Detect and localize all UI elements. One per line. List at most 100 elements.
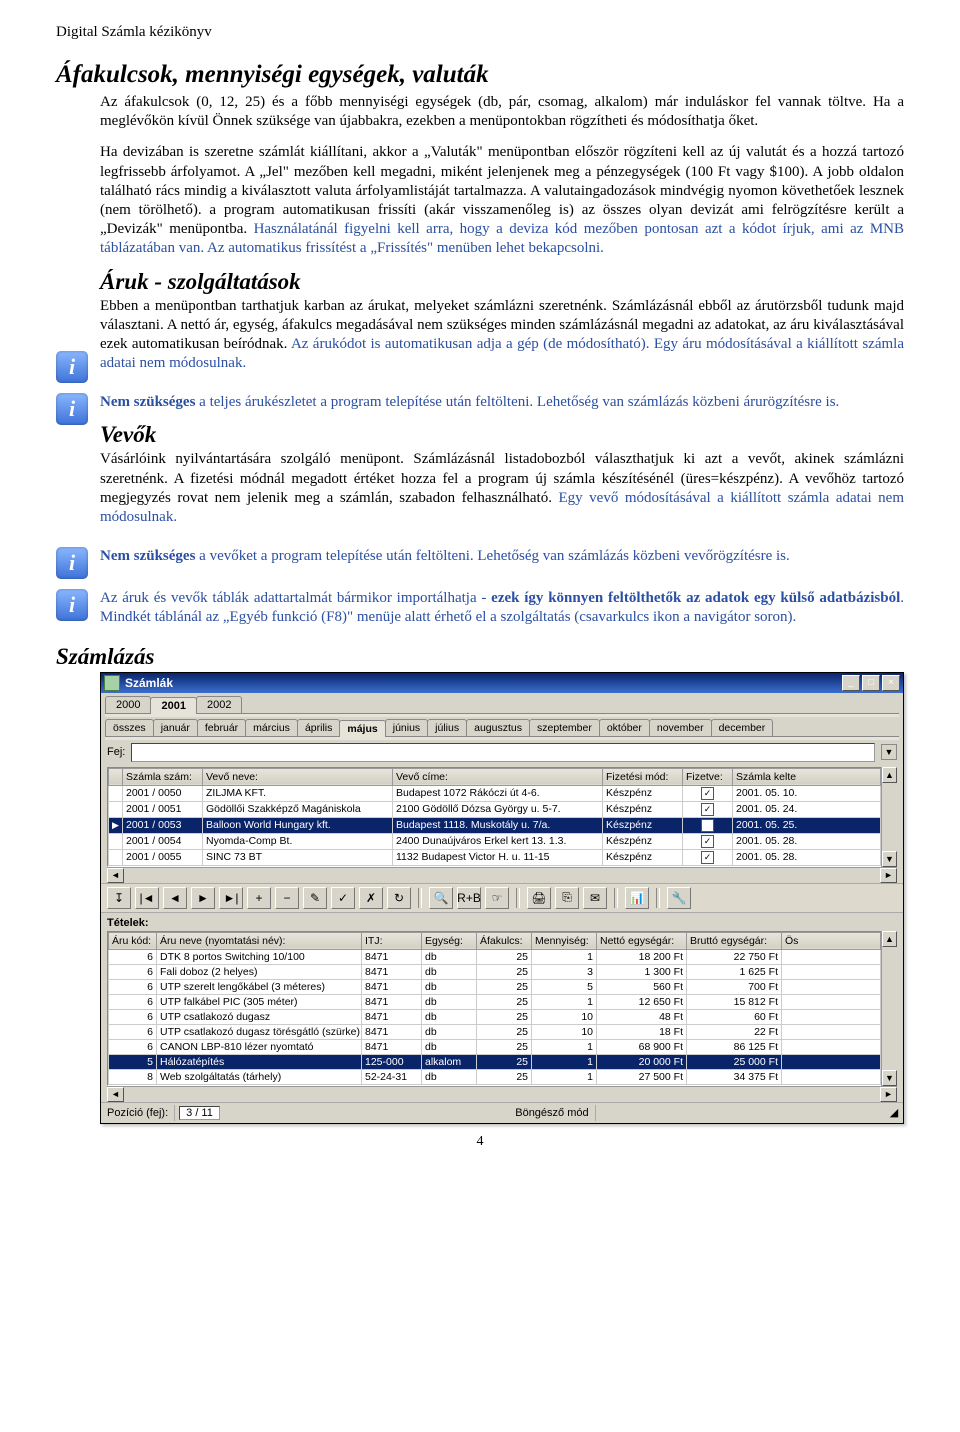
month-tab[interactable]: május: [339, 720, 385, 737]
month-tab[interactable]: augusztus: [466, 719, 530, 736]
column-header[interactable]: Fizetve:: [683, 768, 733, 785]
minimize-button[interactable]: _: [842, 675, 860, 691]
column-header[interactable]: Áru kód:: [109, 932, 157, 949]
table-row[interactable]: 6UTP csatlakozó dugasz törésgátló (szürk…: [109, 1024, 881, 1039]
checkbox-icon: ✓: [701, 835, 714, 848]
table-row[interactable]: 6UTP falkábel PIC (305 méter)8471db25112…: [109, 994, 881, 1009]
column-header[interactable]: Egység:: [422, 932, 477, 949]
toolbar-button[interactable]: 📊: [625, 887, 649, 909]
checkbox-icon: ✓: [701, 819, 714, 832]
table-row[interactable]: 2001 / 0051Gödöllői Szakképző Magániskol…: [109, 801, 881, 817]
h-scrollbar[interactable]: ◄►: [107, 1086, 897, 1102]
table-row[interactable]: 5Hálózatépítés125-000alkalom25120 000 Ft…: [109, 1054, 881, 1069]
column-header[interactable]: Vevő neve:: [203, 768, 393, 785]
year-tab[interactable]: 2000: [105, 696, 151, 713]
toolbar-button[interactable]: 🔍: [429, 887, 453, 909]
month-tab[interactable]: összes: [105, 719, 154, 736]
v-scrollbar[interactable]: ▲▼: [881, 931, 897, 1086]
toolbar: ↧|◄◄►►|+−✎✓✗↻ 🔍R+B☞ 🖨⎘✉ 📊 🔧: [101, 883, 903, 913]
month-tab[interactable]: szeptember: [529, 719, 600, 736]
pos-value: 3 / 11: [179, 1106, 220, 1120]
toolbar-button[interactable]: ↻: [387, 887, 411, 909]
column-header[interactable]: Bruttó egységár:: [687, 932, 782, 949]
toolbar-button[interactable]: ►|: [219, 887, 243, 909]
month-tab[interactable]: április: [297, 719, 340, 736]
page-number: 4: [56, 1134, 904, 1150]
table-row[interactable]: 2001 / 0054Nyomda-Comp Bt.2400 Dunaújvár…: [109, 833, 881, 849]
toolbar-button[interactable]: ✉: [583, 887, 607, 909]
table-row[interactable]: 2001 / 0055SINC 73 BT1132 Budapest Victo…: [109, 849, 881, 865]
heading-aruk: Áruk - szolgáltatások: [100, 269, 904, 295]
toolbar-button[interactable]: +: [247, 887, 271, 909]
para-afa-intro: Az áfakulcsok (0, 12, 25) és a főbb menn…: [100, 93, 904, 131]
year-tab[interactable]: 2001: [150, 697, 196, 714]
para-aruk-note: Nem szükséges a teljes árukészletet a pr…: [100, 393, 904, 412]
h-scrollbar[interactable]: ◄►: [107, 867, 897, 883]
month-tab[interactable]: március: [245, 719, 298, 736]
doc-header: Digital Számla kézikönyv: [56, 24, 904, 41]
toolbar-button[interactable]: R+B: [457, 887, 481, 909]
info-icon: i: [56, 589, 88, 621]
year-tab[interactable]: 2002: [196, 696, 242, 713]
toolbar-button[interactable]: 🔧: [667, 887, 691, 909]
column-header[interactable]: Vevő címe:: [393, 768, 603, 785]
mode-label: Böngésző mód: [509, 1105, 595, 1121]
filter-bar: Fej: ▼: [101, 740, 903, 765]
toolbar-button[interactable]: 🖨: [527, 887, 551, 909]
column-header[interactable]: Áru neve (nyomtatási név):: [157, 932, 362, 949]
column-header[interactable]: Áfakulcs:: [477, 932, 532, 949]
table-row[interactable]: 8Web szolgáltatás (tárhely)52-24-31db251…: [109, 1069, 881, 1084]
table-row[interactable]: 2001 / 0050ZILJMA KFT.Budapest 1072 Rákó…: [109, 785, 881, 801]
toolbar-button[interactable]: ✓: [331, 887, 355, 909]
month-tab[interactable]: július: [427, 719, 467, 736]
resize-grip-icon[interactable]: ◢: [885, 1106, 903, 1119]
titlebar: Számlák _ □ ×: [101, 673, 903, 693]
heading-szamlazas: Számlázás: [56, 644, 904, 670]
maximize-button[interactable]: □: [862, 675, 880, 691]
items-grid[interactable]: Áru kód:Áru neve (nyomtatási név):ITJ:Eg…: [107, 931, 881, 1086]
screenshot-window: Számlák _ □ × 200020012002 összesjanuárf…: [100, 672, 904, 1124]
toolbar-button[interactable]: |◄: [135, 887, 159, 909]
heading-vevok: Vevők: [100, 422, 904, 448]
toolbar-button[interactable]: ✎: [303, 887, 327, 909]
checkbox-icon: ✓: [701, 787, 714, 800]
v-scrollbar[interactable]: ▲▼: [881, 767, 897, 867]
table-row[interactable]: 6Fali doboz (2 helyes)8471db2531 300 Ft1…: [109, 964, 881, 979]
toolbar-button[interactable]: ✗: [359, 887, 383, 909]
toolbar-button[interactable]: −: [275, 887, 299, 909]
month-tab[interactable]: június: [385, 719, 428, 736]
invoices-grid[interactable]: Számla szám:Vevő neve:Vevő címe:Fizetési…: [107, 767, 881, 867]
column-header[interactable]: Fizetési mód:: [603, 768, 683, 785]
column-header[interactable]: Ös: [782, 932, 881, 949]
column-header[interactable]: [109, 768, 123, 785]
toolbar-button[interactable]: ☞: [485, 887, 509, 909]
column-header[interactable]: ITJ:: [362, 932, 422, 949]
toolbar-button[interactable]: ↧: [107, 887, 131, 909]
toolbar-button[interactable]: ►: [191, 887, 215, 909]
month-tab[interactable]: december: [711, 719, 774, 736]
toolbar-button[interactable]: ⎘: [555, 887, 579, 909]
table-row[interactable]: ▶2001 / 0053Balloon World Hungary kft.Bu…: [109, 817, 881, 833]
pos-label: Pozíció (fej):: [101, 1105, 175, 1121]
para-afa-currency: Ha devizában is szeretne számlát kiállít…: [100, 143, 904, 258]
column-header[interactable]: Számla kelte: [733, 768, 881, 785]
column-header[interactable]: Számla szám:: [123, 768, 203, 785]
column-header[interactable]: Mennyiség:: [532, 932, 597, 949]
table-row[interactable]: 6DTK 8 portos Switching 10/1008471db2511…: [109, 949, 881, 964]
info-icon: i: [56, 393, 88, 425]
info-icon: i: [56, 351, 88, 383]
month-tab[interactable]: október: [599, 719, 650, 736]
fej-label: Fej:: [107, 746, 125, 758]
filter-input[interactable]: [131, 743, 875, 762]
toolbar-button[interactable]: ◄: [163, 887, 187, 909]
month-tab[interactable]: november: [649, 719, 712, 736]
app-icon: [104, 675, 120, 691]
month-tab[interactable]: január: [153, 719, 198, 736]
month-tab[interactable]: február: [197, 719, 246, 736]
dropdown-icon[interactable]: ▼: [881, 744, 897, 760]
close-button[interactable]: ×: [882, 675, 900, 691]
table-row[interactable]: 6CANON LBP-810 lézer nyomtató8471db25168…: [109, 1039, 881, 1054]
table-row[interactable]: 6UTP csatlakozó dugasz8471db251048 Ft60 …: [109, 1009, 881, 1024]
column-header[interactable]: Nettó egységár:: [597, 932, 687, 949]
table-row[interactable]: 6UTP szerelt lengőkábel (3 méteres)8471d…: [109, 979, 881, 994]
